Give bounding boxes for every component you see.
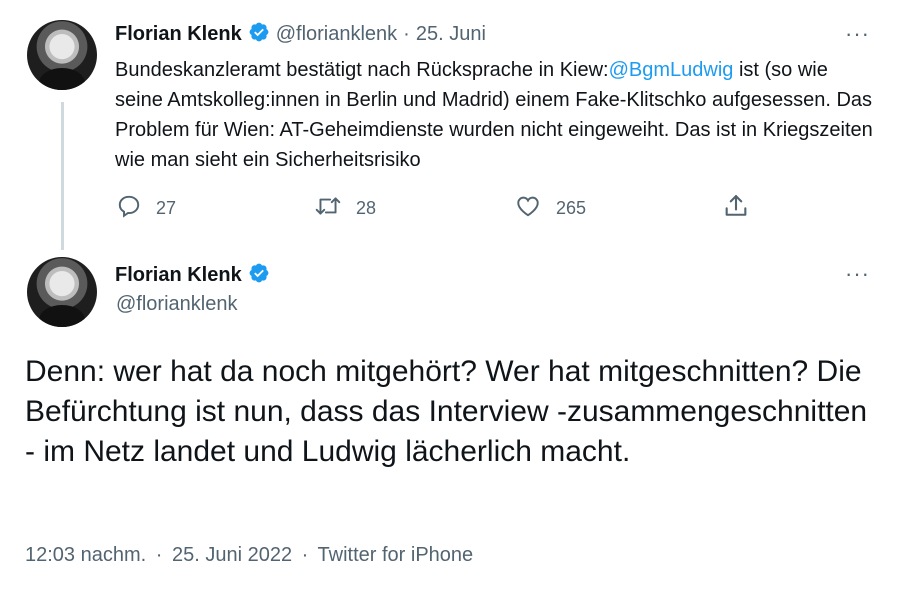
like-button[interactable]: 265 xyxy=(514,193,586,224)
avatar[interactable] xyxy=(27,257,97,327)
reply-button[interactable]: 27 xyxy=(116,193,176,224)
verified-badge-icon xyxy=(248,21,270,48)
share-icon xyxy=(722,192,764,225)
tweet1-text: Bundeskanzleramt bestätigt nach Rückspra… xyxy=(115,55,875,175)
tweet-time[interactable]: 12:03 nachm. xyxy=(25,544,146,566)
tweet-meta: 12:03 nachm. · 25. Juni 2022 · Twitter f… xyxy=(25,544,473,567)
author-handle[interactable]: @florianklenk xyxy=(116,293,237,316)
tweet2-text: Denn: wer hat da noch mitgehört? Wer hat… xyxy=(25,355,868,468)
avatar[interactable] xyxy=(27,20,97,90)
tweet-source[interactable]: Twitter for iPhone xyxy=(318,544,474,566)
tweet2-author: Florian Klenk xyxy=(115,262,270,289)
like-count: 265 xyxy=(556,198,587,218)
share-button[interactable] xyxy=(722,192,764,225)
more-icon[interactable]: ··· xyxy=(845,23,873,48)
author-name[interactable]: Florian Klenk xyxy=(115,23,242,46)
author-name[interactable]: Florian Klenk xyxy=(115,264,242,287)
verified-badge-icon xyxy=(248,262,270,289)
retweet-icon xyxy=(314,193,356,224)
tweet1-header: Florian Klenk @florianklenk · 25. Juni xyxy=(115,21,486,48)
mention-link[interactable]: @BgmLudwig xyxy=(609,59,734,81)
reply-count: 27 xyxy=(156,198,177,218)
tweet-date[interactable]: 25. Juni xyxy=(416,23,486,46)
separator: · xyxy=(301,544,309,566)
more-icon[interactable]: ··· xyxy=(845,263,873,288)
thread-line xyxy=(61,102,64,250)
separator: · xyxy=(155,544,163,566)
retweet-count: 28 xyxy=(356,198,377,218)
retweet-button[interactable]: 28 xyxy=(314,193,376,224)
tweet-date[interactable]: 25. Juni 2022 xyxy=(172,544,292,566)
reply-icon xyxy=(116,193,156,224)
author-handle[interactable]: @florianklenk xyxy=(276,23,397,46)
tweet-text-start: Bundeskanzleramt bestätigt nach Rückspra… xyxy=(115,59,609,81)
separator: · xyxy=(403,23,410,45)
like-icon xyxy=(514,193,556,224)
